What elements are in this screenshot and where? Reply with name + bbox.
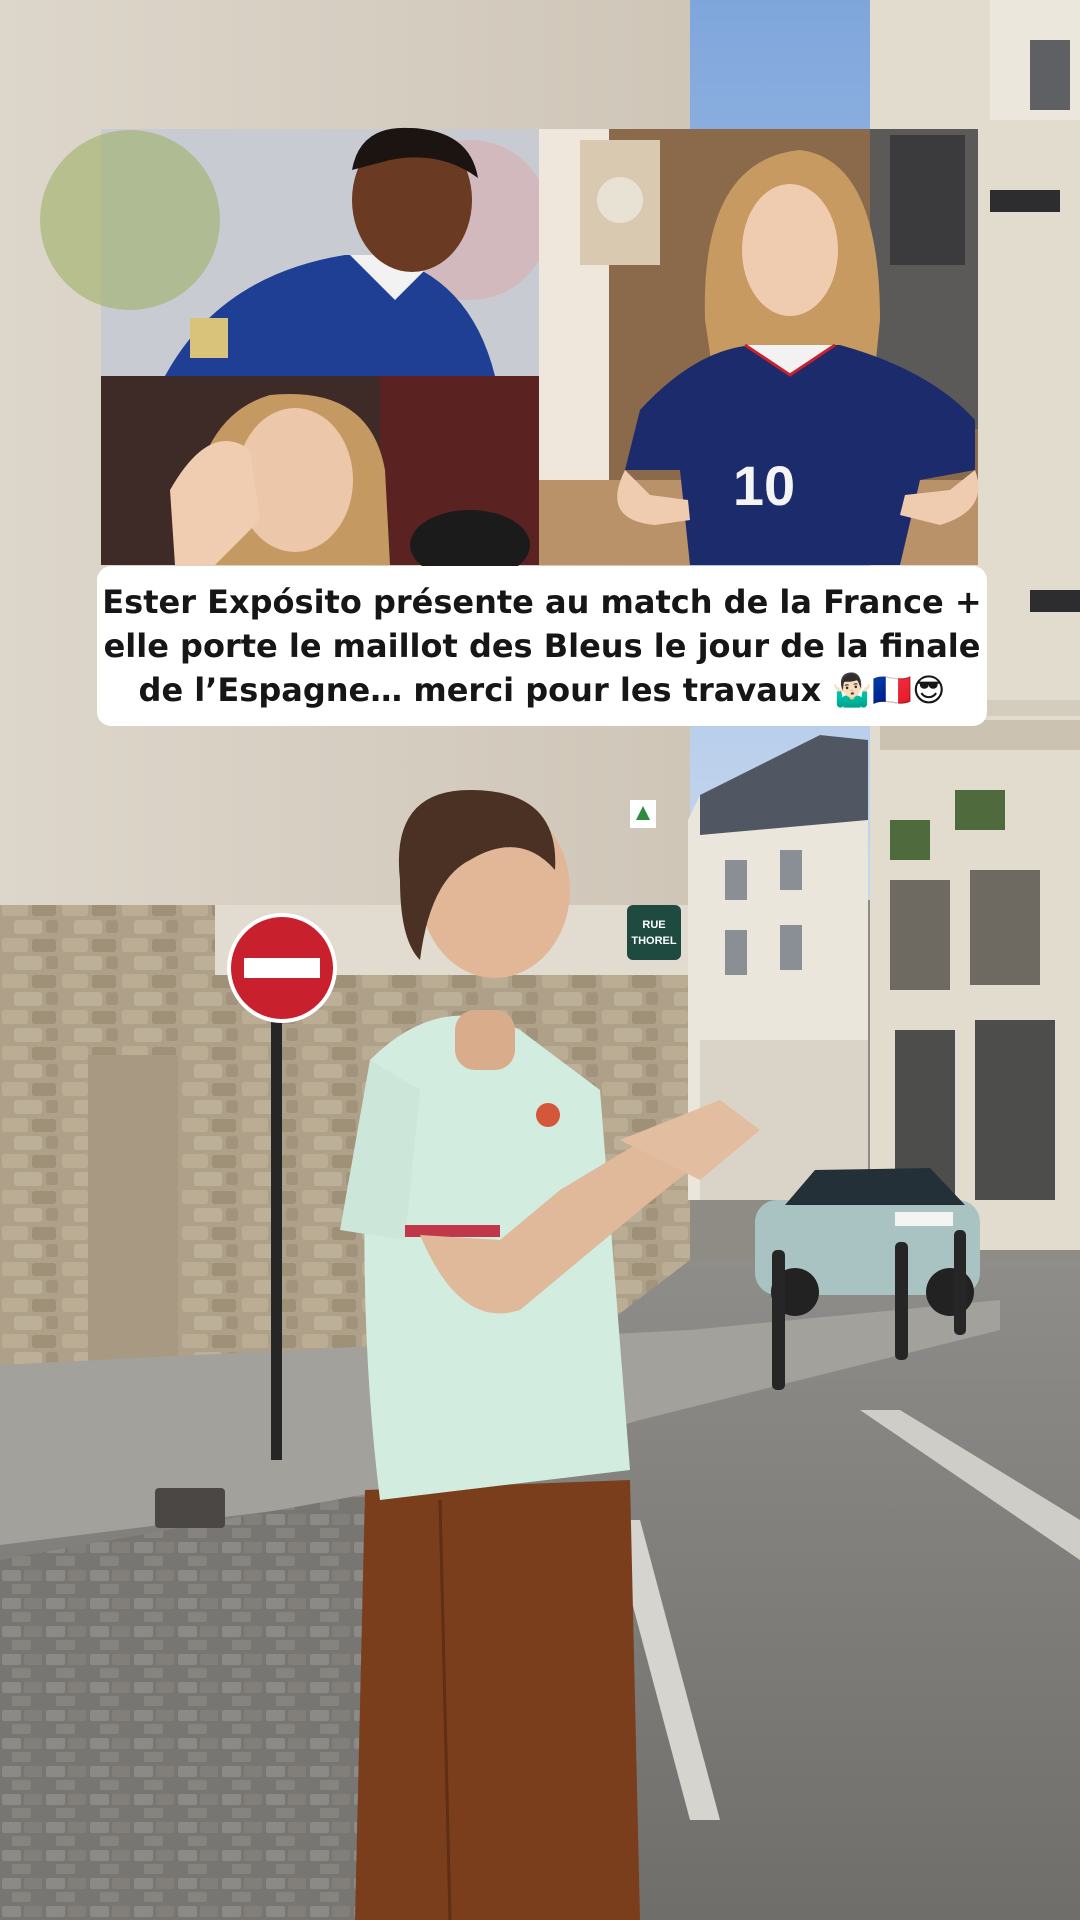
jersey-number: 10: [733, 454, 795, 517]
street-sign-line2: THOREL: [631, 935, 677, 947]
caption-line-2: elle porte le maillot des Bleus le jour …: [103, 627, 981, 665]
street-sign-line1: RUE: [642, 919, 665, 931]
caption-line-1: Ester Expósito présente au match de la F…: [102, 583, 982, 621]
stone-pillar: [88, 1055, 178, 1370]
cobblestone-crossing: [0, 1490, 390, 1920]
caption-overlay: Ester Expósito présente au match de la F…: [97, 566, 987, 726]
photo-collage: 10: [40, 127, 979, 580]
street-name-sign: RUE THOREL: [627, 905, 681, 960]
bollard: [772, 1250, 785, 1390]
bollard: [895, 1242, 908, 1360]
bollard: [954, 1230, 966, 1335]
caption-line-3: de l’Espagne… merci pour les travaux 🤷🏻‍…: [138, 671, 946, 709]
background-scene: RUE THOREL 10: [0, 0, 1080, 1920]
